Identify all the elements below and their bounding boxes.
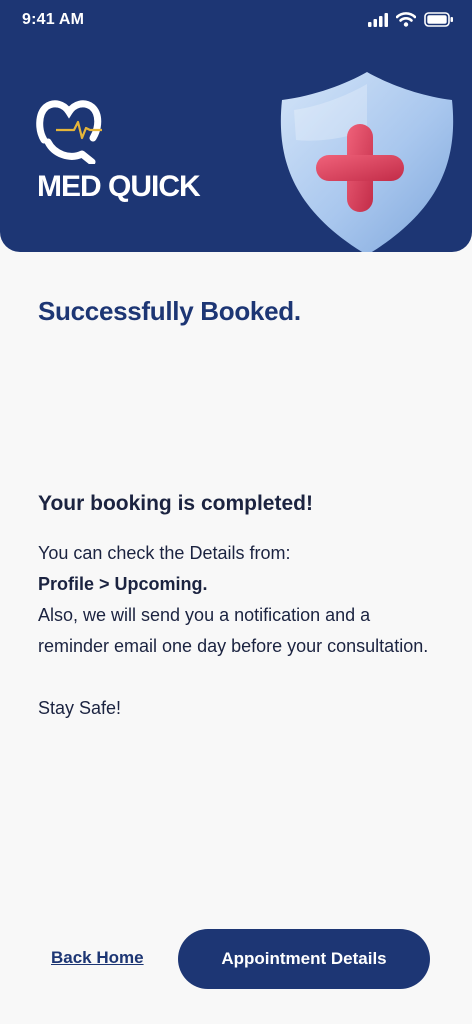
med-quick-logo-icon <box>36 98 106 169</box>
details-instruction: You can check the Details from: <box>38 543 291 563</box>
status-icons <box>368 12 454 27</box>
appointment-details-button[interactable]: Appointment Details <box>178 929 430 989</box>
app-header: 9:41 AM MED QUICK <box>0 0 472 252</box>
notification-note: Also, we will send you a notification an… <box>38 605 429 656</box>
booking-completed-heading: Your booking is completed! <box>38 492 313 515</box>
closing-message: Stay Safe! <box>38 698 122 718</box>
wifi-icon <box>396 12 416 27</box>
shield-medical-cross-icon <box>272 70 462 252</box>
page-title: Successfully Booked. <box>38 296 301 326</box>
details-path: Profile > Upcoming. <box>38 574 208 594</box>
status-time: 9:41 AM <box>22 11 85 28</box>
booking-message: You can check the Details from: Profile … <box>38 538 438 724</box>
back-home-link[interactable]: Back Home <box>51 948 144 968</box>
signal-icon <box>368 12 388 27</box>
battery-icon <box>424 12 453 27</box>
status-bar: 9:41 AM <box>0 0 472 42</box>
brand-name: MED QUICK <box>37 170 201 203</box>
